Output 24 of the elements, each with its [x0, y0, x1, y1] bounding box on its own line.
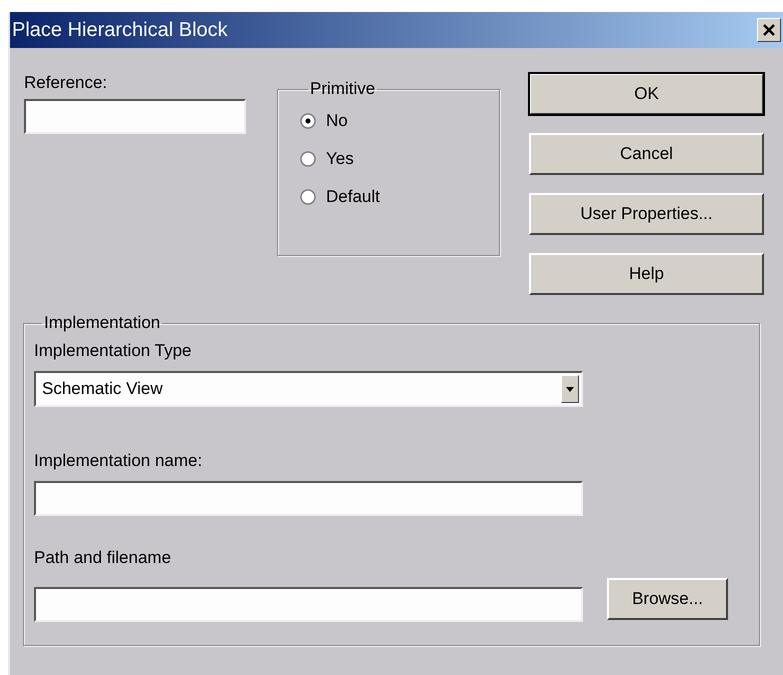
- name-label: Implementation name:: [34, 451, 204, 471]
- window-title: Place Hierarchical Block: [12, 18, 228, 42]
- reference-label: Reference:: [24, 73, 108, 93]
- radio-label: No: [326, 111, 348, 131]
- dialog-button[interactable]: User Properties...: [529, 193, 764, 235]
- radio-label: Default: [326, 187, 380, 207]
- browse-button[interactable]: Browse...: [607, 578, 728, 620]
- path-field[interactable]: [34, 587, 583, 622]
- reference-field[interactable]: [24, 99, 246, 134]
- radio-label: Yes: [326, 149, 354, 169]
- name-field[interactable]: [34, 481, 583, 516]
- close-button[interactable]: [757, 18, 781, 42]
- dialog-button[interactable]: Help: [529, 253, 764, 295]
- close-icon: [763, 24, 775, 36]
- radio-button[interactable]: [300, 151, 316, 167]
- dialog-button[interactable]: Cancel: [529, 133, 764, 175]
- group-title: Primitive: [309, 79, 376, 99]
- type-dropdown[interactable]: Schematic View: [34, 371, 583, 407]
- path-label: Path and filename: [34, 548, 172, 568]
- radio-button[interactable]: [300, 189, 316, 205]
- group-title: Implementation: [43, 313, 162, 333]
- type-label: Implementation Type: [34, 341, 192, 361]
- dialog-button[interactable]: OK: [529, 73, 764, 115]
- radio-button[interactable]: [300, 113, 316, 129]
